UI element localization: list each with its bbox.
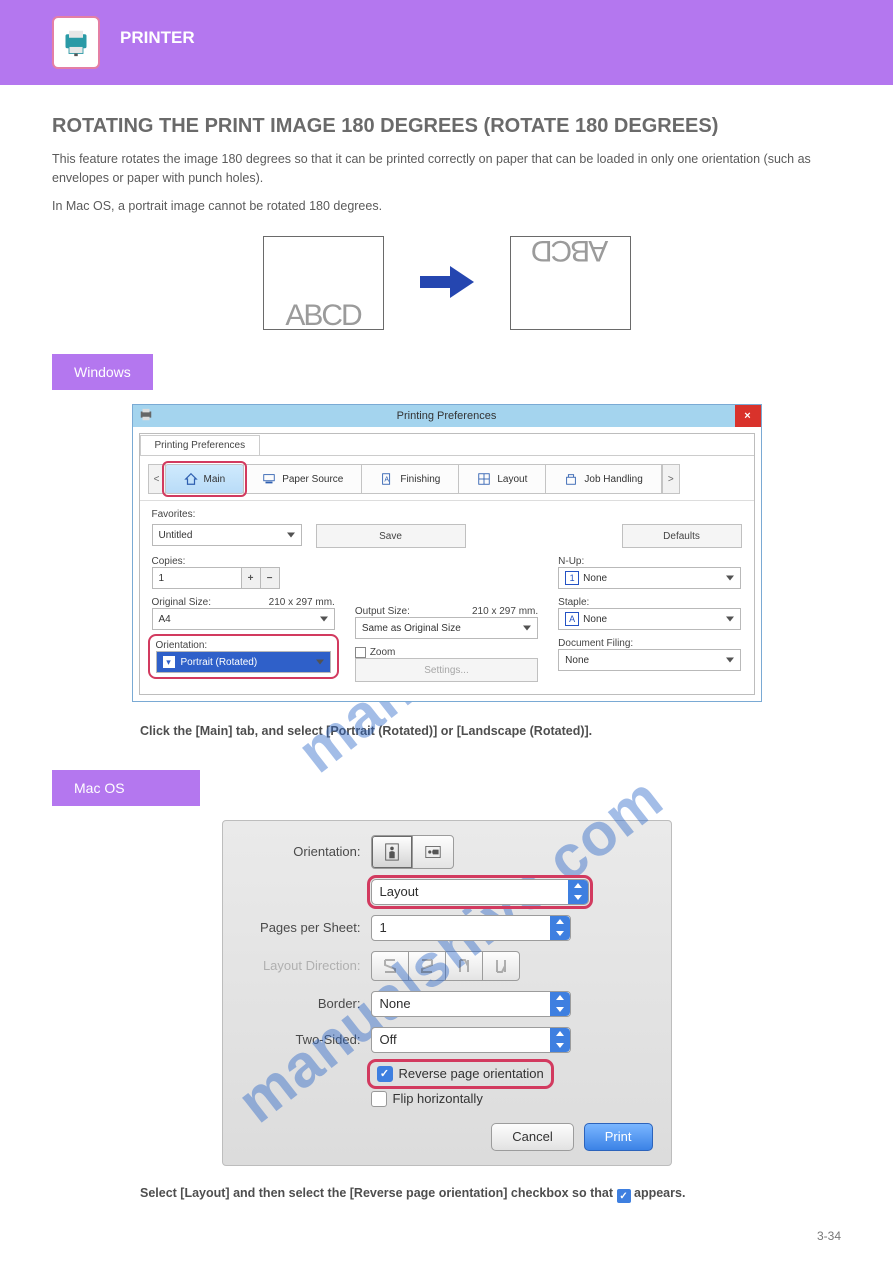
intro-paragraph-2: In Mac OS, a portrait image cannot be ro… [52,197,841,216]
portrait-icon [384,843,400,861]
printer-icon [52,16,100,69]
svg-text:A: A [385,477,390,484]
copies-increase-button[interactable]: + [241,567,261,589]
border-select[interactable]: None [371,991,571,1017]
job-handling-icon [564,472,578,486]
banner-header: PRINTER [0,0,893,85]
reverse-page-orientation-label: Reverse page orientation [399,1066,544,1081]
windows-printing-preferences-dialog: Printing Preferences × Printing Preferen… [132,404,762,702]
copies-label: Copies: [152,556,335,567]
two-sided-label: Two-Sided: [241,1032,371,1047]
layout-direction-1 [371,951,409,981]
banner-title: PRINTER [120,28,195,48]
diagram-page-before: ABCD [263,236,384,330]
orientation-label: Orientation: [156,640,331,651]
windows-title-text: Printing Preferences [397,410,497,422]
layout-direction-3 [445,951,483,981]
orientation-portrait-icon: ▾ [163,656,175,668]
output-size-dim: 210 x 297 mm. [472,606,538,617]
intro-paragraph-1: This feature rotates the image 180 degre… [52,150,841,189]
nav-tab-finishing[interactable]: A Finishing [361,464,459,494]
zoom-checkbox[interactable] [355,647,366,658]
windows-badge: Windows [52,354,153,390]
finishing-icon: A [380,472,394,486]
pages-per-sheet-select[interactable]: 1 [371,915,571,941]
original-size-dim: 210 x 297 mm. [269,597,335,608]
page-number: 3-34 [52,1229,841,1243]
tab-printing-preferences[interactable]: Printing Preferences [140,435,261,455]
print-button[interactable]: Print [584,1123,653,1151]
nup-select[interactable]: 1None [558,567,741,589]
favorites-label: Favorites: [152,509,742,520]
layout-direction-2 [408,951,446,981]
layout-icon [477,472,491,486]
two-sided-select[interactable]: Off [371,1027,571,1053]
zoom-label: Zoom [355,647,538,658]
stepper-icon [550,916,570,940]
diagram-page-after: ABCD [510,236,631,330]
arrow-right-icon [420,264,474,303]
original-size-select[interactable]: A4 [152,608,335,630]
mac-orientation-label: Orientation: [241,844,371,859]
nav-tab-paper-source[interactable]: Paper Source [243,464,362,494]
nav-tab-layout[interactable]: Layout [458,464,546,494]
landscape-icon [425,843,441,861]
nav-left-button[interactable]: < [148,464,166,494]
stepper-icon [550,992,570,1016]
orientation-portrait-button[interactable] [371,835,413,869]
output-size-label: Output Size: [355,606,410,617]
copies-input[interactable]: 1 [152,567,242,589]
orientation-select[interactable]: ▾ Portrait (Rotated) [156,651,331,673]
copies-decrease-button[interactable]: − [260,567,280,589]
save-button[interactable]: Save [316,524,466,548]
nav-tab-main[interactable]: Main [165,464,245,494]
mac-instruction: Select [Layout] and then select the [Rev… [140,1184,780,1204]
staple-label: Staple: [558,597,741,608]
home-icon [184,472,198,486]
output-size-select[interactable]: Same as Original Size [355,617,538,639]
tab-strip: Printing Preferences [140,434,754,456]
original-size-label: Original Size: [152,597,211,608]
layout-direction-4 [482,951,520,981]
nav-tab-job-handling[interactable]: Job Handling [545,464,661,494]
stepper-icon [568,880,588,904]
paper-source-icon [262,472,276,486]
checkmark-icon: ✓ [617,1189,631,1203]
document-filing-label: Document Filing: [558,638,741,649]
staple-icon: A [565,612,579,626]
stepper-icon [550,1028,570,1052]
reverse-page-orientation-checkbox[interactable]: ✓ [377,1066,393,1082]
macos-badge: Mac OS [52,770,200,806]
windows-titlebar: Printing Preferences × [133,405,761,427]
document-filing-select[interactable]: None [558,649,741,671]
windows-instruction: Click the [Main] tab, and select [Portra… [140,722,760,741]
nup-label: N-Up: [558,556,741,567]
flip-horizontally-checkbox[interactable] [371,1091,387,1107]
defaults-button[interactable]: Defaults [622,524,742,548]
cancel-button[interactable]: Cancel [491,1123,573,1151]
close-button[interactable]: × [735,405,761,427]
rotation-diagram: ABCD ABCD [52,236,841,330]
mac-section-select[interactable]: Layout [371,879,589,905]
orientation-landscape-button[interactable] [412,835,454,869]
settings-button-disabled: Settings... [355,658,538,682]
reverse-page-orientation-row: ✓ Reverse page orientation [371,1063,550,1085]
printer-small-icon [139,408,153,422]
nup-icon: 1 [565,571,579,585]
pages-per-sheet-label: Pages per Sheet: [241,920,371,935]
nav-right-button[interactable]: > [662,464,680,494]
border-label: Border: [241,996,371,1011]
section-title: ROTATING THE PRINT IMAGE 180 DEGREES (RO… [52,115,841,138]
favorites-select[interactable]: Untitled [152,524,302,546]
flip-horizontally-label: Flip horizontally [393,1091,483,1106]
staple-select[interactable]: ANone [558,608,741,630]
layout-direction-label: Layout Direction: [241,958,371,973]
mac-print-dialog: Orientation: Layout Pages per S [222,820,672,1166]
